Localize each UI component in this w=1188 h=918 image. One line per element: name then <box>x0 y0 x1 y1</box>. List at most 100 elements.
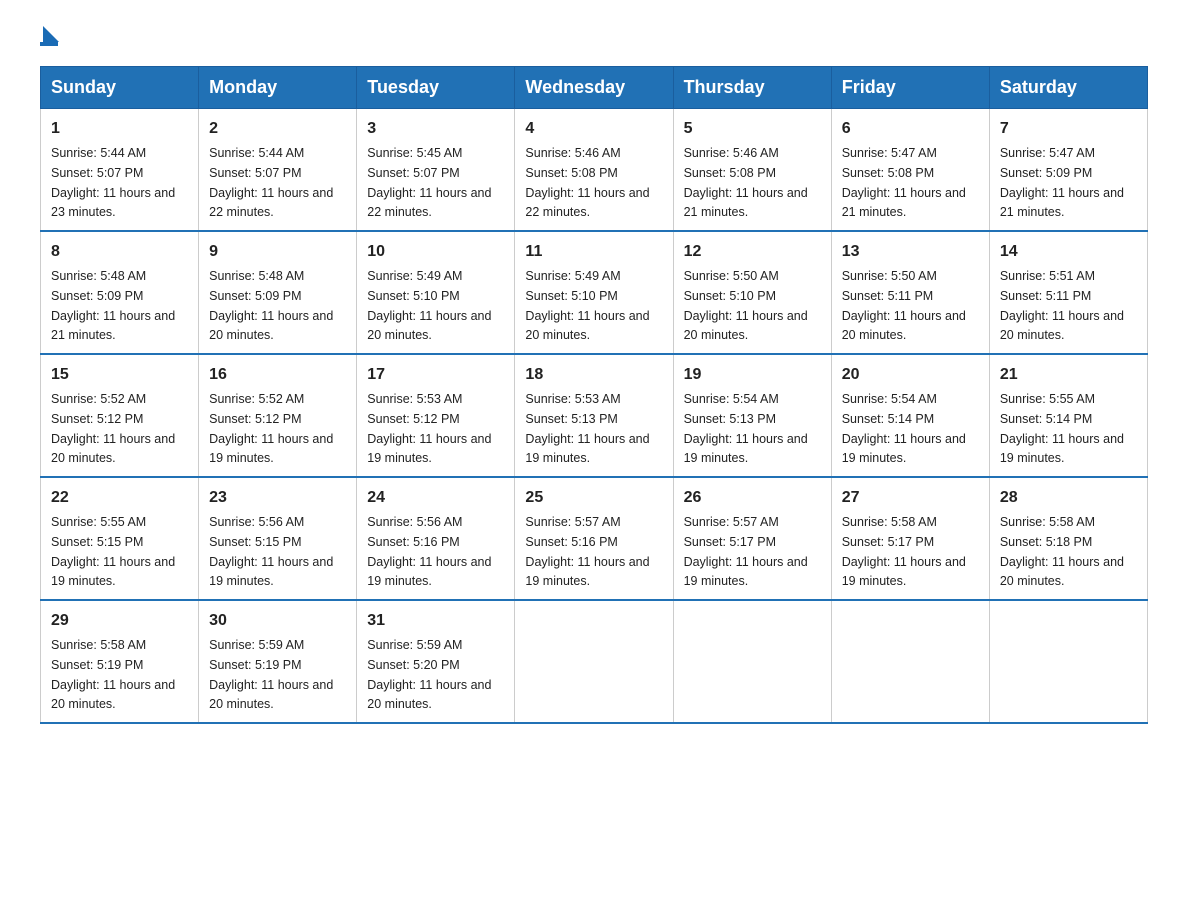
day-sunrise: Sunrise: 5:58 AM <box>842 515 937 529</box>
day-sunset: Sunset: 5:11 PM <box>1000 289 1092 303</box>
day-sunset: Sunset: 5:19 PM <box>51 658 143 672</box>
day-sunrise: Sunrise: 5:44 AM <box>209 146 304 160</box>
calendar-cell: 28 Sunrise: 5:58 AM Sunset: 5:18 PM Dayl… <box>989 477 1147 600</box>
day-sunrise: Sunrise: 5:53 AM <box>367 392 462 406</box>
day-number: 4 <box>525 117 662 141</box>
day-sunset: Sunset: 5:15 PM <box>209 535 301 549</box>
day-daylight: Daylight: 11 hours and 20 minutes. <box>1000 555 1124 589</box>
calendar-cell: 8 Sunrise: 5:48 AM Sunset: 5:09 PM Dayli… <box>41 231 199 354</box>
day-daylight: Daylight: 11 hours and 22 minutes. <box>209 186 333 220</box>
day-sunset: Sunset: 5:10 PM <box>525 289 617 303</box>
week-row-4: 22 Sunrise: 5:55 AM Sunset: 5:15 PM Dayl… <box>41 477 1148 600</box>
day-sunset: Sunset: 5:18 PM <box>1000 535 1092 549</box>
day-number: 22 <box>51 486 188 510</box>
calendar-cell: 10 Sunrise: 5:49 AM Sunset: 5:10 PM Dayl… <box>357 231 515 354</box>
day-sunrise: Sunrise: 5:57 AM <box>684 515 779 529</box>
day-number: 26 <box>684 486 821 510</box>
day-sunset: Sunset: 5:07 PM <box>209 166 301 180</box>
day-daylight: Daylight: 11 hours and 20 minutes. <box>209 309 333 343</box>
day-daylight: Daylight: 11 hours and 20 minutes. <box>51 678 175 712</box>
day-sunset: Sunset: 5:12 PM <box>51 412 143 426</box>
day-sunrise: Sunrise: 5:58 AM <box>1000 515 1095 529</box>
day-number: 10 <box>367 240 504 264</box>
day-sunset: Sunset: 5:19 PM <box>209 658 301 672</box>
calendar-cell: 29 Sunrise: 5:58 AM Sunset: 5:19 PM Dayl… <box>41 600 199 723</box>
calendar-cell: 6 Sunrise: 5:47 AM Sunset: 5:08 PM Dayli… <box>831 109 989 232</box>
header-wednesday: Wednesday <box>515 67 673 109</box>
day-sunset: Sunset: 5:12 PM <box>209 412 301 426</box>
day-daylight: Daylight: 11 hours and 23 minutes. <box>51 186 175 220</box>
day-sunset: Sunset: 5:13 PM <box>525 412 617 426</box>
logo-triangle-icon <box>43 26 59 42</box>
calendar-cell: 9 Sunrise: 5:48 AM Sunset: 5:09 PM Dayli… <box>199 231 357 354</box>
day-daylight: Daylight: 11 hours and 19 minutes. <box>684 432 808 466</box>
header-thursday: Thursday <box>673 67 831 109</box>
day-daylight: Daylight: 11 hours and 19 minutes. <box>209 555 333 589</box>
day-number: 11 <box>525 240 662 264</box>
day-daylight: Daylight: 11 hours and 20 minutes. <box>842 309 966 343</box>
day-daylight: Daylight: 11 hours and 19 minutes. <box>367 555 491 589</box>
calendar-cell: 26 Sunrise: 5:57 AM Sunset: 5:17 PM Dayl… <box>673 477 831 600</box>
day-number: 9 <box>209 240 346 264</box>
calendar-cell: 30 Sunrise: 5:59 AM Sunset: 5:19 PM Dayl… <box>199 600 357 723</box>
calendar-cell: 21 Sunrise: 5:55 AM Sunset: 5:14 PM Dayl… <box>989 354 1147 477</box>
day-number: 28 <box>1000 486 1137 510</box>
day-sunset: Sunset: 5:17 PM <box>684 535 776 549</box>
day-daylight: Daylight: 11 hours and 21 minutes. <box>684 186 808 220</box>
day-sunset: Sunset: 5:11 PM <box>842 289 934 303</box>
day-sunrise: Sunrise: 5:57 AM <box>525 515 620 529</box>
day-sunset: Sunset: 5:14 PM <box>1000 412 1092 426</box>
calendar-cell <box>989 600 1147 723</box>
calendar-header-row: SundayMondayTuesdayWednesdayThursdayFrid… <box>41 67 1148 109</box>
calendar-cell <box>831 600 989 723</box>
day-sunrise: Sunrise: 5:48 AM <box>209 269 304 283</box>
header-sunday: Sunday <box>41 67 199 109</box>
day-sunrise: Sunrise: 5:56 AM <box>209 515 304 529</box>
day-daylight: Daylight: 11 hours and 22 minutes. <box>525 186 649 220</box>
calendar-cell: 20 Sunrise: 5:54 AM Sunset: 5:14 PM Dayl… <box>831 354 989 477</box>
day-daylight: Daylight: 11 hours and 19 minutes. <box>684 555 808 589</box>
calendar-cell: 17 Sunrise: 5:53 AM Sunset: 5:12 PM Dayl… <box>357 354 515 477</box>
day-sunrise: Sunrise: 5:46 AM <box>684 146 779 160</box>
calendar-cell: 11 Sunrise: 5:49 AM Sunset: 5:10 PM Dayl… <box>515 231 673 354</box>
day-sunrise: Sunrise: 5:54 AM <box>842 392 937 406</box>
day-sunrise: Sunrise: 5:52 AM <box>51 392 146 406</box>
day-daylight: Daylight: 11 hours and 20 minutes. <box>209 678 333 712</box>
day-daylight: Daylight: 11 hours and 19 minutes. <box>525 432 649 466</box>
week-row-1: 1 Sunrise: 5:44 AM Sunset: 5:07 PM Dayli… <box>41 109 1148 232</box>
calendar-cell: 15 Sunrise: 5:52 AM Sunset: 5:12 PM Dayl… <box>41 354 199 477</box>
day-sunrise: Sunrise: 5:51 AM <box>1000 269 1095 283</box>
day-number: 23 <box>209 486 346 510</box>
calendar-cell: 2 Sunrise: 5:44 AM Sunset: 5:07 PM Dayli… <box>199 109 357 232</box>
calendar-cell: 3 Sunrise: 5:45 AM Sunset: 5:07 PM Dayli… <box>357 109 515 232</box>
day-sunset: Sunset: 5:08 PM <box>842 166 934 180</box>
calendar-table: SundayMondayTuesdayWednesdayThursdayFrid… <box>40 66 1148 724</box>
calendar-cell: 14 Sunrise: 5:51 AM Sunset: 5:11 PM Dayl… <box>989 231 1147 354</box>
day-number: 24 <box>367 486 504 510</box>
day-daylight: Daylight: 11 hours and 20 minutes. <box>525 309 649 343</box>
day-number: 12 <box>684 240 821 264</box>
calendar-cell: 31 Sunrise: 5:59 AM Sunset: 5:20 PM Dayl… <box>357 600 515 723</box>
day-sunset: Sunset: 5:09 PM <box>1000 166 1092 180</box>
calendar-cell: 16 Sunrise: 5:52 AM Sunset: 5:12 PM Dayl… <box>199 354 357 477</box>
day-sunset: Sunset: 5:09 PM <box>51 289 143 303</box>
calendar-cell: 5 Sunrise: 5:46 AM Sunset: 5:08 PM Dayli… <box>673 109 831 232</box>
day-number: 8 <box>51 240 188 264</box>
day-sunrise: Sunrise: 5:46 AM <box>525 146 620 160</box>
day-sunrise: Sunrise: 5:55 AM <box>1000 392 1095 406</box>
day-sunrise: Sunrise: 5:52 AM <box>209 392 304 406</box>
calendar-cell: 22 Sunrise: 5:55 AM Sunset: 5:15 PM Dayl… <box>41 477 199 600</box>
day-sunset: Sunset: 5:09 PM <box>209 289 301 303</box>
day-sunrise: Sunrise: 5:59 AM <box>209 638 304 652</box>
header-friday: Friday <box>831 67 989 109</box>
day-sunrise: Sunrise: 5:45 AM <box>367 146 462 160</box>
calendar-cell: 18 Sunrise: 5:53 AM Sunset: 5:13 PM Dayl… <box>515 354 673 477</box>
day-sunset: Sunset: 5:07 PM <box>51 166 143 180</box>
logo <box>40 30 59 46</box>
day-sunset: Sunset: 5:14 PM <box>842 412 934 426</box>
header-monday: Monday <box>199 67 357 109</box>
day-number: 25 <box>525 486 662 510</box>
calendar-cell <box>515 600 673 723</box>
day-number: 3 <box>367 117 504 141</box>
week-row-2: 8 Sunrise: 5:48 AM Sunset: 5:09 PM Dayli… <box>41 231 1148 354</box>
